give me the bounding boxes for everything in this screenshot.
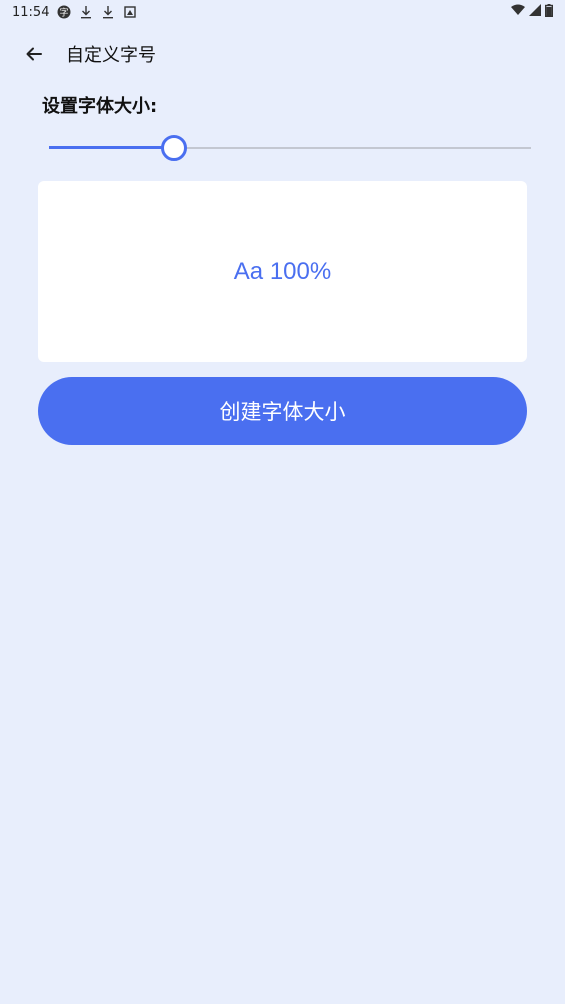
download-icon [101,5,115,19]
top-bar: 自定义字号 [0,30,565,78]
slider-thumb[interactable] [161,135,188,161]
font-size-slider[interactable] [49,134,531,162]
preview-card: Aa 100% [38,181,527,362]
status-right [511,3,553,21]
svg-text:字: 字 [60,7,69,19]
app-badge-icon: 字 [57,5,71,19]
wifi-icon [511,4,525,20]
status-bar: 11:54 字 [0,0,565,24]
create-font-size-button[interactable]: 创建字体大小 [38,377,527,445]
back-button[interactable] [10,30,58,78]
battery-icon [544,3,553,21]
slider-fill [49,146,175,149]
status-left: 11:54 字 [12,5,137,20]
signal-icon [529,4,541,20]
page-title: 自定义字号 [66,45,156,66]
arrow-left-icon [26,47,42,61]
status-time: 11:54 [12,4,50,20]
download-icon [79,5,93,19]
preview-text: Aa 100% [233,257,332,285]
screenshot-icon [123,5,137,19]
font-size-label: 设置字体大小: [42,96,158,117]
